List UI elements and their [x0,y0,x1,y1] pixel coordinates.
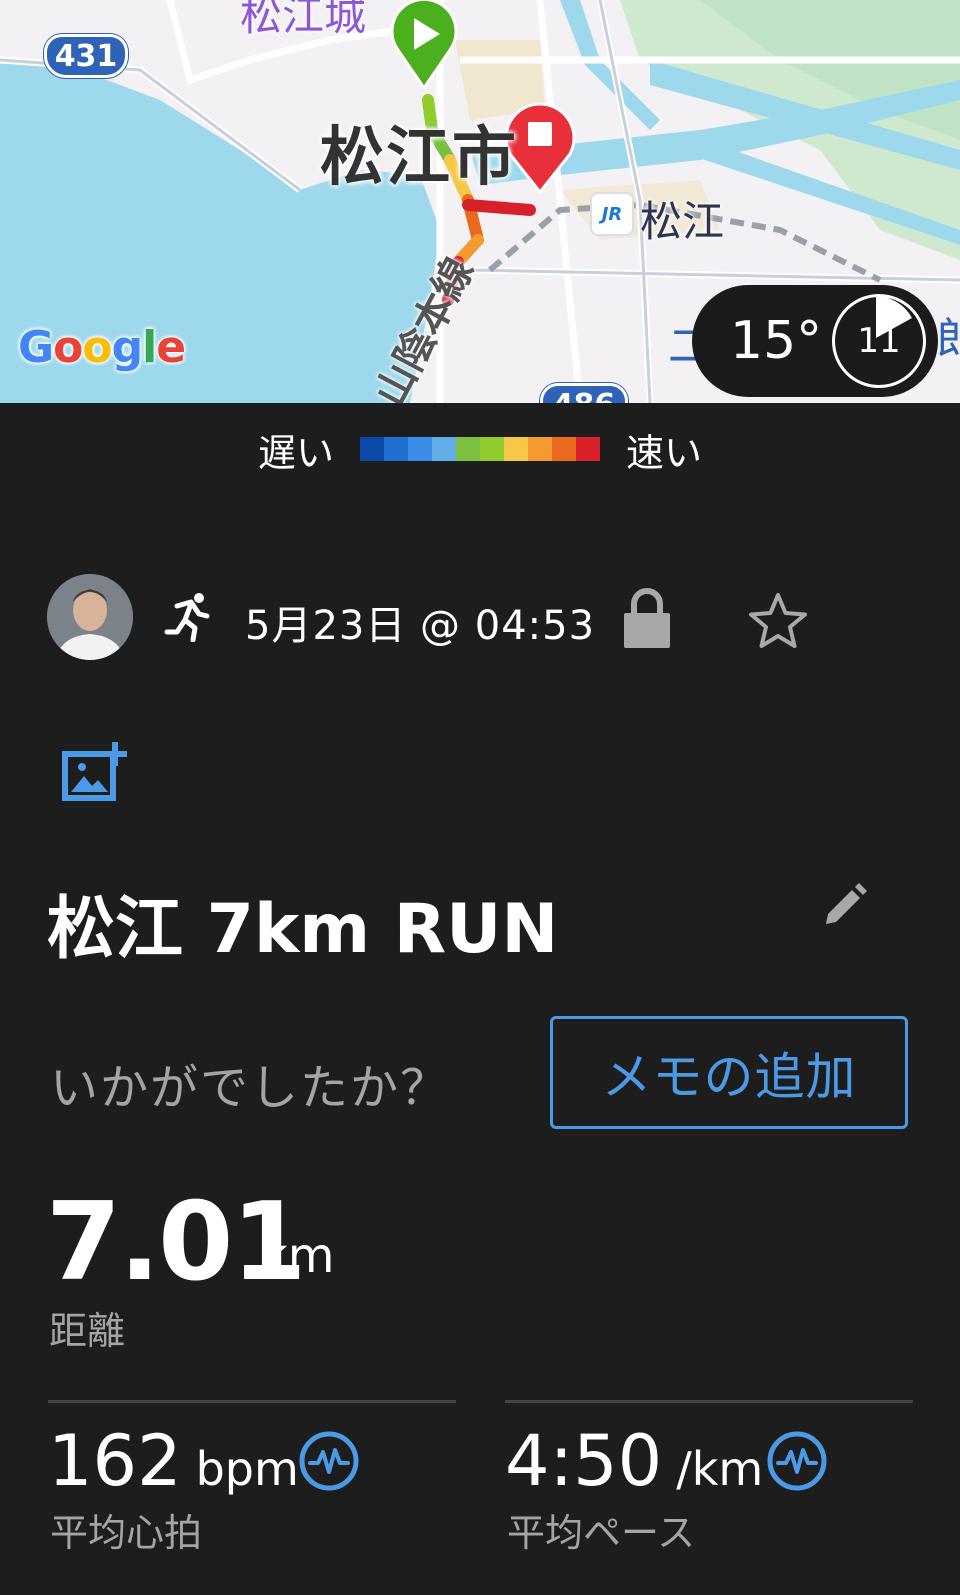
jr-badge: JR [590,192,634,236]
legend-swatch [480,437,504,461]
stats-divider-left [48,1400,456,1403]
add-photo-icon[interactable] [62,740,128,802]
route-shield-486: 486 [540,383,628,403]
map-label-city: 松江市 [320,121,518,195]
legend-fast-label: 速い [626,430,703,475]
weather-widget[interactable]: 15° 11 [692,285,938,397]
activity-title: 松江 7km RUN [47,890,559,969]
legend-swatch [552,437,576,461]
activity-datetime: 5月23日 @ 04:53 [245,603,596,649]
legend-swatch [432,437,456,461]
running-icon [164,593,210,642]
feeling-prompt: いかがでしたか？ [50,1060,451,1116]
legend-swatch [384,437,408,461]
pace-value: 4:50 [505,1420,663,1502]
legend-swatch [456,437,480,461]
clock-icon: 11 [832,294,926,388]
pencil-icon[interactable] [820,880,870,930]
legend-swatch [360,437,384,461]
star-icon[interactable] [747,590,809,652]
pace-label: 平均ペース [507,1511,696,1555]
legend-swatch [408,437,432,461]
legend-color-bar [360,437,600,461]
stats-divider-right [505,1400,913,1403]
avatar[interactable] [47,574,133,660]
legend-slow-label: 遅い [257,430,334,475]
map-label-partial-2: 郎 [936,314,960,365]
pace-icon[interactable] [766,1430,828,1492]
legend-swatch [504,437,528,461]
add-memo-button[interactable]: メモの追加 [550,1016,908,1129]
heart-rate-label: 平均心拍 [50,1511,203,1555]
pace-unit: /km [676,1442,764,1496]
map-label-castle: 松江城 [240,0,367,40]
heart-rate-value: 162 [48,1420,182,1502]
weather-temperature: 15° [730,311,823,371]
legend-swatch [528,437,552,461]
distance-label: 距離 [49,1309,126,1353]
google-logo: Google [18,322,186,373]
legend-swatch [576,437,600,461]
heart-rate-stat: 162 bpm [48,1420,299,1502]
speed-legend: 遅い 速い [0,423,960,475]
heart-rate-unit: bpm [195,1442,299,1496]
start-marker-play-icon[interactable] [388,0,460,90]
map-label-station: 松江 [640,197,725,246]
pace-stat: 4:50/km [505,1420,763,1502]
route-shield-431: 431 [44,34,128,78]
route-map[interactable]: 松江城 松江市 JR 松江 山陰本線 431 486 二 郎 Google 15… [0,0,960,403]
heart-rate-icon[interactable] [298,1430,360,1492]
distance-unit: km [260,1228,335,1284]
lock-icon[interactable] [622,586,672,648]
weather-hour: 11 [857,321,901,361]
